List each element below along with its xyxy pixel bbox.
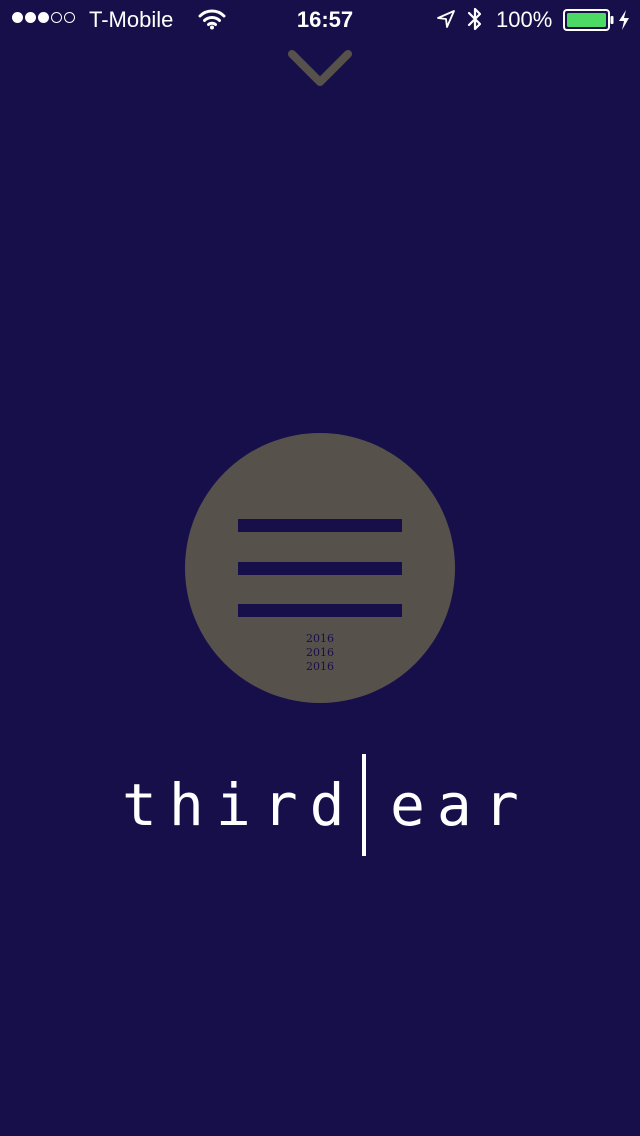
collapse-button[interactable] [284,44,356,92]
logo-bar [238,604,402,617]
logo-year: 2016 [306,660,334,673]
app-logo: 2016 2016 2016 [185,433,455,703]
wordmark-third: third [122,771,357,839]
battery-icon [563,9,614,31]
bluetooth-icon [467,7,482,31]
location-arrow-icon [437,10,455,28]
signal-dot [38,12,49,23]
signal-dot [12,12,23,23]
app-wordmark: third ear [120,752,520,858]
status-time: 16:57 [296,7,354,32]
chevron-down-icon [288,50,352,86]
logo-year: 2016 [306,646,334,659]
signal-dot [25,12,36,23]
wordmark-ear: ear [390,771,531,839]
logo-bar [238,562,402,575]
battery-percentage: 100% [496,7,553,32]
logo-bar [238,519,402,532]
status-bar: T-Mobile 16:57 100% [0,0,640,40]
charging-bolt-icon [619,10,629,30]
carrier-name: T-Mobile [89,7,174,32]
wordmark-divider [362,754,366,856]
signal-dot [51,12,62,23]
logo-year: 2016 [306,632,334,645]
wifi-icon [198,9,226,30]
logo-years: 2016 2016 2016 [185,632,455,674]
signal-strength-indicator [12,12,75,23]
signal-dot [64,12,75,23]
